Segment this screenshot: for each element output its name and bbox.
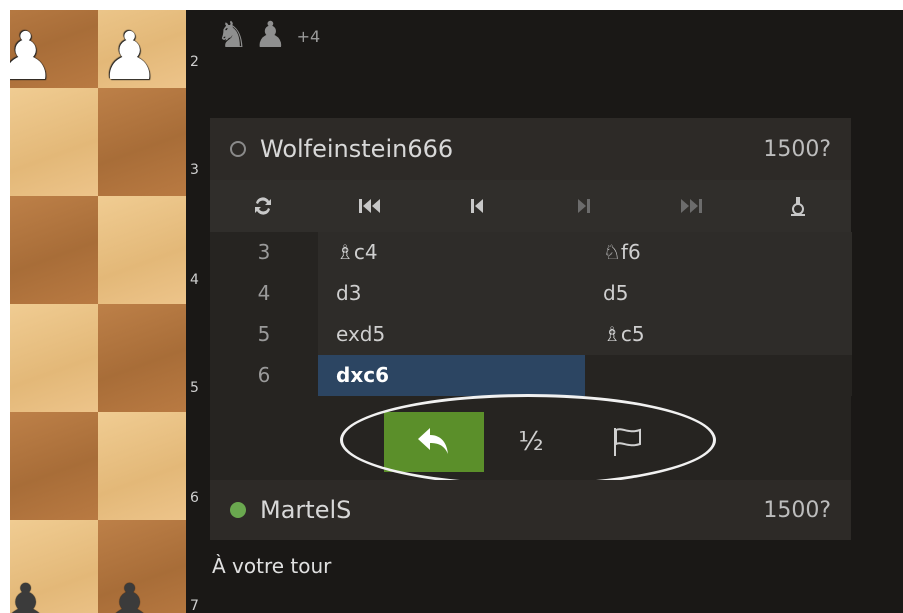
game-panel: Wolfeinstein666 1500? 3 ♗c4 ♘f6 4 d3 d5 … (210, 118, 852, 540)
takeback-button[interactable] (384, 412, 484, 472)
board-square[interactable] (10, 412, 98, 520)
analysis-button[interactable] (744, 180, 851, 232)
offline-status-icon (230, 141, 246, 157)
last-move-button[interactable] (637, 180, 744, 232)
opponent-row: Wolfeinstein666 1500? (210, 118, 851, 180)
move-navigation (210, 180, 851, 232)
chess-board[interactable]: ♟ ♟ ♟ ♟ (10, 10, 186, 613)
player-name[interactable]: MartelS (260, 496, 763, 524)
white-move[interactable]: ♗c4 (318, 232, 585, 273)
player-rating: 1500? (763, 497, 831, 523)
white-pawn-icon[interactable]: ♟ (10, 24, 55, 90)
move-list: 3 ♗c4 ♘f6 4 d3 d5 5 exd5 ♗c5 6 dxc6 (210, 232, 852, 398)
online-status-icon (230, 502, 246, 518)
move-number: 6 (210, 355, 318, 396)
white-pawn-icon[interactable]: ♟ (100, 24, 159, 90)
black-move[interactable]: d5 (585, 273, 852, 314)
rank-label: 7 (190, 598, 199, 613)
material-diff: ♞ ♟ +4 (216, 18, 320, 54)
game-actions: ½ (210, 394, 851, 486)
flip-board-icon (255, 197, 272, 215)
flip-board-button[interactable] (210, 180, 317, 232)
offer-draw-button[interactable]: ½ (496, 412, 566, 472)
move-number: 5 (210, 314, 318, 355)
move-row: 5 exd5 ♗c5 (210, 314, 852, 355)
analysis-icon (790, 197, 805, 216)
undo-arrow-icon (418, 428, 448, 454)
rank-label: 6 (190, 490, 199, 506)
white-move[interactable]: exd5 (318, 314, 585, 355)
rank-label: 3 (190, 162, 199, 178)
previous-move-button[interactable] (424, 180, 531, 232)
pawn-icon: ♟ (254, 15, 287, 56)
black-move[interactable]: ♗c5 (585, 314, 852, 355)
rank-label: 5 (190, 380, 199, 396)
black-move[interactable]: ♘f6 (585, 232, 852, 273)
move-number: 4 (210, 273, 318, 314)
current-move[interactable]: dxc6 (318, 355, 585, 396)
move-row: 3 ♗c4 ♘f6 (210, 232, 852, 273)
resign-button[interactable] (602, 412, 652, 472)
next-move-icon (577, 199, 590, 213)
board-square[interactable] (98, 412, 186, 520)
opponent-name[interactable]: Wolfeinstein666 (260, 135, 763, 163)
black-pawn-icon[interactable]: ♟ (10, 576, 55, 613)
move-row: 4 d3 d5 (210, 273, 852, 314)
opponent-rating: 1500? (763, 136, 831, 162)
turn-status: À votre tour (212, 554, 332, 578)
rank-label: 4 (190, 272, 199, 288)
last-move-icon (680, 199, 702, 213)
move-row: 6 dxc6 (210, 355, 852, 396)
board-square[interactable] (10, 196, 98, 304)
move-number: 3 (210, 232, 318, 273)
white-move[interactable]: d3 (318, 273, 585, 314)
board-square[interactable] (10, 88, 98, 196)
black-pawn-icon[interactable]: ♟ (100, 576, 159, 613)
game-panel-area: 2 3 4 5 6 7 ♞ ♟ +4 Wolfeinstein666 1500? (186, 10, 903, 613)
knight-icon: ♞ (216, 15, 249, 56)
material-advantage: +4 (296, 26, 321, 46)
board-square[interactable] (98, 196, 186, 304)
player-row: MartelS 1500? (210, 480, 851, 540)
first-move-button[interactable] (317, 180, 424, 232)
flag-icon (614, 428, 641, 456)
previous-move-icon (471, 199, 484, 213)
next-move-button[interactable] (530, 180, 637, 232)
board-square[interactable] (10, 304, 98, 412)
first-move-icon (359, 199, 381, 213)
board-square[interactable] (98, 88, 186, 196)
black-move-empty (585, 355, 852, 396)
rank-label: 2 (190, 54, 199, 70)
board-square[interactable] (98, 304, 186, 412)
